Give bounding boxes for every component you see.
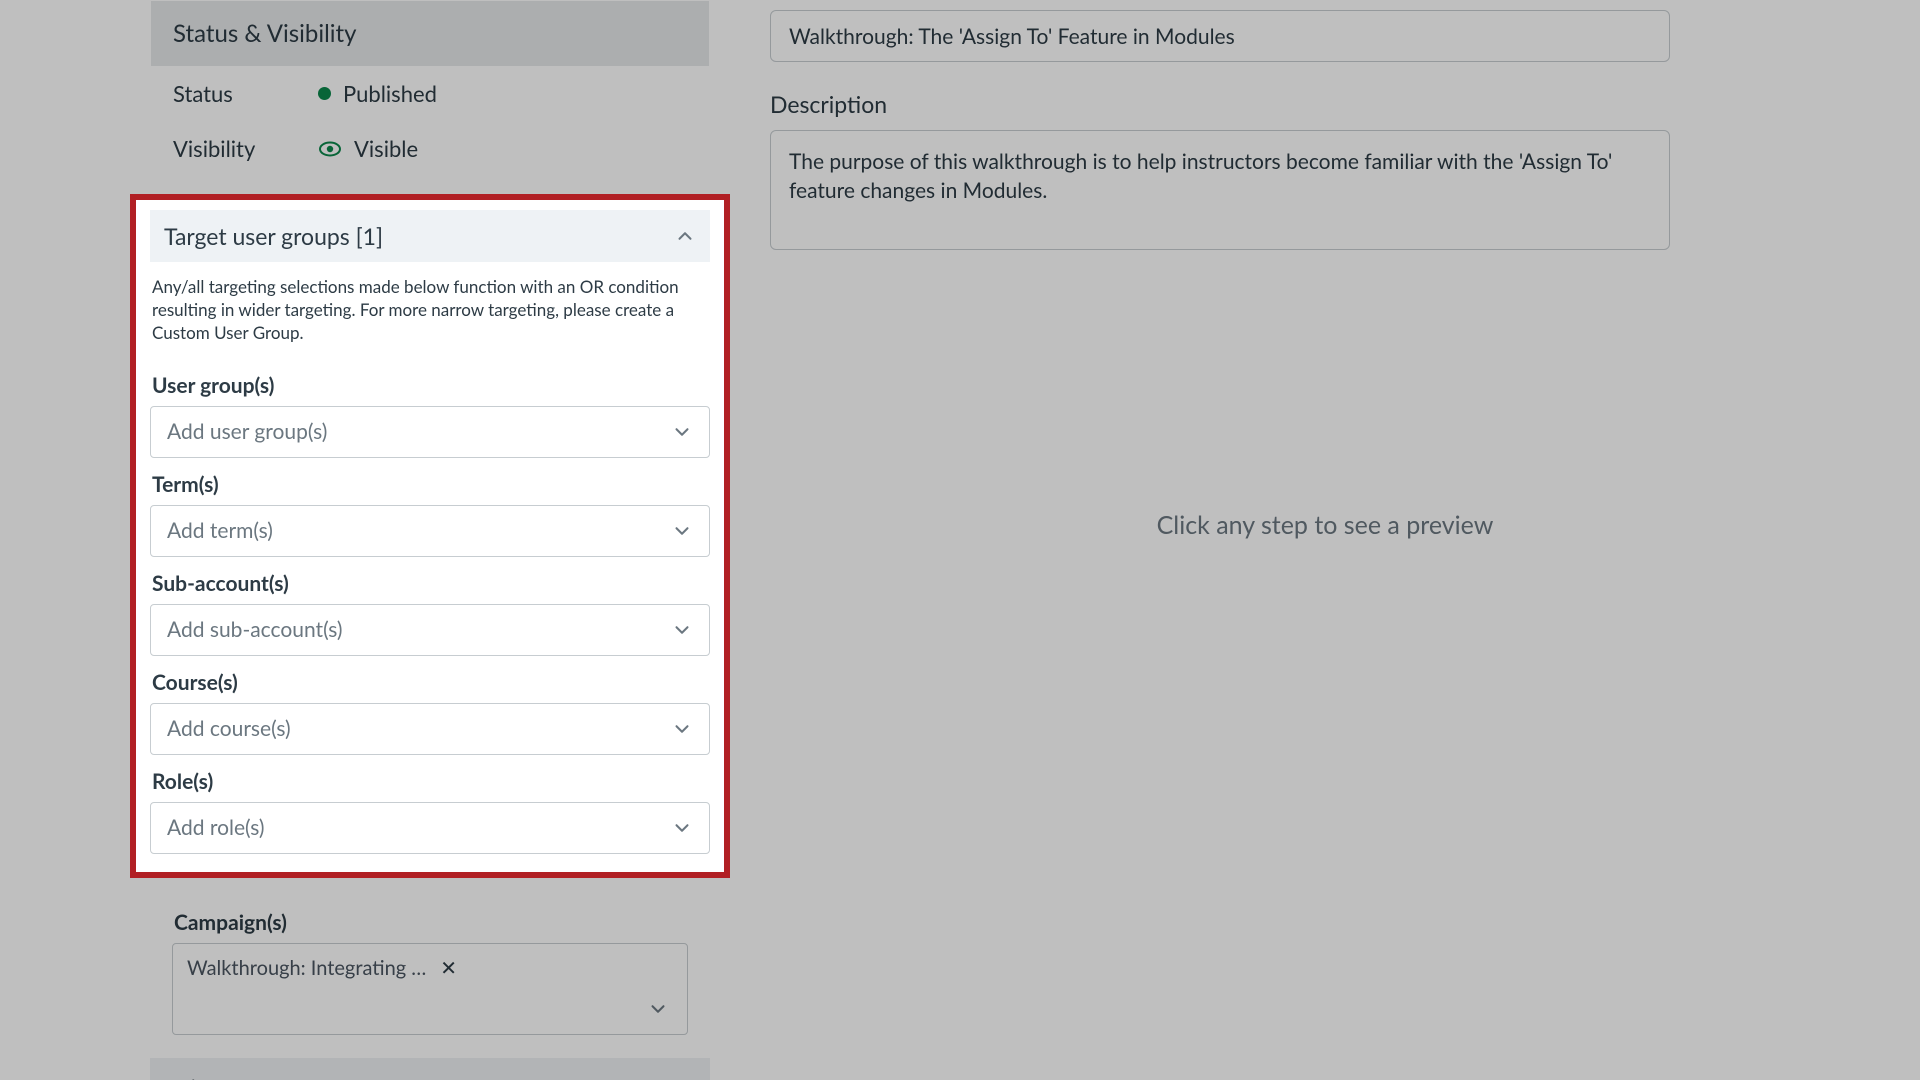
roles-select[interactable]: Add role(s) bbox=[150, 802, 710, 854]
chevron-down-icon bbox=[671, 520, 693, 542]
courses-placeholder: Add course(s) bbox=[167, 716, 291, 741]
close-icon[interactable]: ✕ bbox=[440, 956, 457, 980]
target-groups-header[interactable]: Target user groups [1] bbox=[150, 210, 710, 262]
visibility-value: Visible bbox=[354, 135, 418, 162]
campaign-chip[interactable]: Walkthrough: Integrating … ✕ bbox=[187, 956, 457, 980]
eye-icon bbox=[318, 137, 342, 161]
roles-placeholder: Add role(s) bbox=[167, 815, 265, 840]
chevron-down-icon bbox=[666, 1077, 688, 1080]
triggers-header[interactable]: Triggers bbox=[150, 1058, 710, 1080]
status-row: Status Published bbox=[151, 66, 709, 121]
visibility-row: Visibility Visible bbox=[151, 121, 709, 176]
triggers-label: Triggers bbox=[172, 1074, 248, 1080]
roles-label: Role(s) bbox=[152, 769, 708, 794]
description-label: Description bbox=[770, 90, 1880, 118]
campaigns-label: Campaign(s) bbox=[174, 910, 686, 935]
campaign-chip-label: Walkthrough: Integrating … bbox=[187, 956, 426, 980]
visibility-label: Visibility bbox=[173, 135, 318, 162]
published-dot-icon bbox=[318, 87, 331, 100]
terms-label: Term(s) bbox=[152, 472, 708, 497]
description-value: The purpose of this walkthrough is to he… bbox=[789, 149, 1612, 203]
sub-accounts-label: Sub-account(s) bbox=[152, 571, 708, 596]
chevron-down-icon bbox=[671, 718, 693, 740]
terms-placeholder: Add term(s) bbox=[167, 518, 273, 543]
walkthrough-title-value: Walkthrough: The 'Assign To' Feature in … bbox=[789, 24, 1235, 49]
walkthrough-title-input[interactable]: Walkthrough: The 'Assign To' Feature in … bbox=[770, 10, 1670, 62]
user-groups-placeholder: Add user group(s) bbox=[167, 419, 327, 444]
target-user-groups-panel: Target user groups [1] Any/all targeting… bbox=[130, 194, 730, 878]
user-groups-label: User group(s) bbox=[152, 373, 708, 398]
chevron-up-icon[interactable] bbox=[674, 225, 696, 247]
courses-label: Course(s) bbox=[152, 670, 708, 695]
courses-select[interactable]: Add course(s) bbox=[150, 703, 710, 755]
user-groups-select[interactable]: Add user group(s) bbox=[150, 406, 710, 458]
sub-accounts-placeholder: Add sub-account(s) bbox=[167, 617, 343, 642]
status-visibility-header: Status & Visibility bbox=[151, 1, 709, 66]
status-label: Status bbox=[173, 80, 318, 107]
description-textarea[interactable]: The purpose of this walkthrough is to he… bbox=[770, 130, 1670, 250]
sub-accounts-select[interactable]: Add sub-account(s) bbox=[150, 604, 710, 656]
status-value: Published bbox=[343, 80, 437, 107]
campaigns-select[interactable]: Walkthrough: Integrating … ✕ bbox=[172, 943, 688, 1035]
terms-select[interactable]: Add term(s) bbox=[150, 505, 710, 557]
chevron-down-icon[interactable] bbox=[647, 998, 669, 1020]
chevron-down-icon bbox=[671, 421, 693, 443]
chevron-down-icon bbox=[671, 817, 693, 839]
chevron-down-icon bbox=[671, 619, 693, 641]
preview-hint: Click any step to see a preview bbox=[770, 510, 1880, 540]
target-groups-title: Target user groups [1] bbox=[164, 222, 383, 250]
target-groups-help: Any/all targeting selections made below … bbox=[150, 272, 710, 359]
